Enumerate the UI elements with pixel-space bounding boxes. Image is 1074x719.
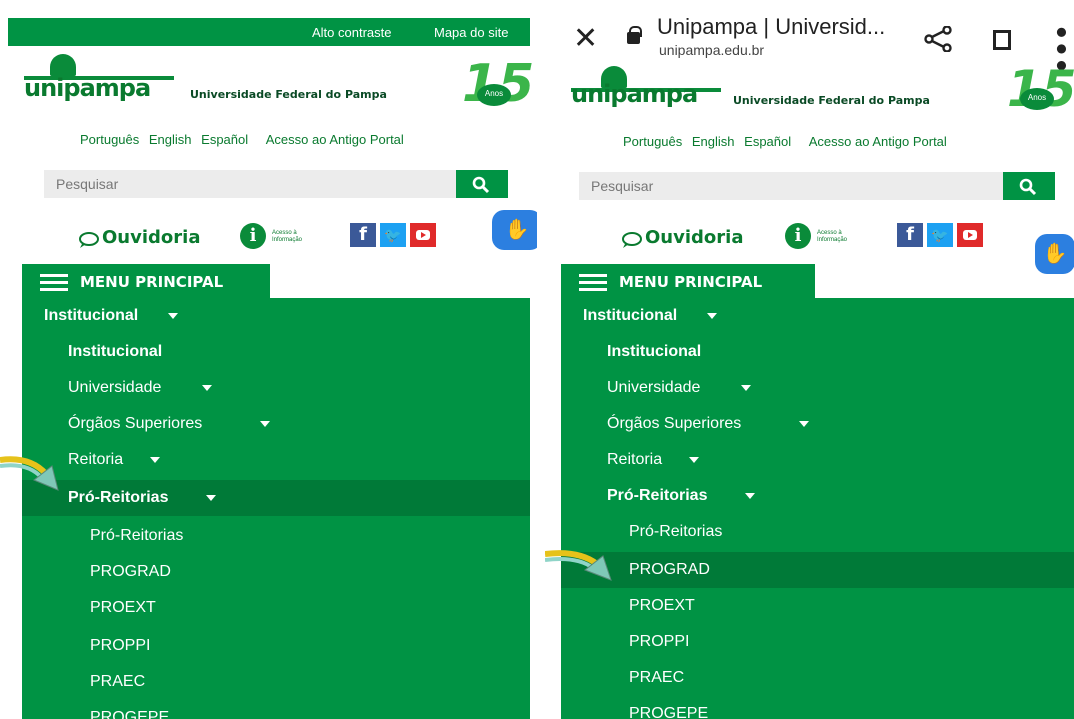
close-icon[interactable]: ✕ [573,24,598,54]
search-icon [472,176,490,194]
search-button[interactable] [1003,172,1055,200]
pointer-arrow-icon [545,550,612,581]
page-title[interactable]: Unipampa | Universid... [657,14,885,40]
logo-dome-icon [50,54,76,76]
menu-item-proppi[interactable]: PROPPI [22,628,530,664]
search-icon [1019,178,1037,196]
menu-title: MENU PRINCIPAL [80,273,224,291]
menu-item-reitoria[interactable]: Reitoria [561,442,1074,478]
logo-wordmark: unipampa [571,80,698,108]
menu-item-pro-reitorias-sub[interactable]: Pró-Reitorias [22,518,530,554]
twitter-icon[interactable]: 🐦 [380,223,406,247]
lang-spanish[interactable]: Español [744,134,791,149]
logo-wordmark: unipampa [24,74,151,102]
sitemap-link[interactable]: Mapa do site [434,25,508,40]
caret-down-icon [741,384,751,391]
menu-item-orgaos-superiores[interactable]: Órgãos Superiores [22,406,530,442]
hamburger-icon [579,274,607,291]
info-icon[interactable]: i [240,223,266,249]
info-icon[interactable]: i [785,223,811,249]
info-access-label: Acesso à Informação [817,230,848,243]
sign-language-icon[interactable]: ✋ [492,210,537,250]
browser-toolbar: ✕ Unipampa | Universid... unipampa.edu.b… [545,0,1074,74]
menu-item-progepe[interactable]: PROGEPE [561,696,1074,719]
hamburger-icon [40,274,68,291]
left-screenshot: Alto contraste Mapa do site unipampa Uni… [0,0,537,719]
lang-english[interactable]: English [692,134,735,149]
youtube-icon[interactable] [410,223,436,247]
caret-down-icon [206,494,216,501]
caret-down-icon [202,384,212,391]
caret-down-icon [707,312,717,319]
lang-english[interactable]: English [149,132,192,147]
menu-item-universidade[interactable]: Universidade [561,370,1074,406]
sign-language-icon[interactable]: ✋ [1035,234,1074,274]
ouvidoria-label: Ouvidoria [645,227,744,248]
search-placeholder: Pesquisar [591,178,654,194]
menu-item-universidade[interactable]: Universidade [22,370,530,406]
search-placeholder: Pesquisar [56,176,119,192]
language-links: Português English Español Acesso ao Anti… [623,134,953,149]
caret-down-icon [689,456,699,463]
old-portal-link[interactable]: Acesso ao Antigo Portal [809,134,947,149]
accessibility-bar: Alto contraste Mapa do site [8,18,530,46]
language-links: Português English Español Acesso ao Anti… [80,132,410,147]
main-menu: Institucional Institucional Universidade… [561,298,1074,719]
lock-icon [627,26,642,44]
menu-item-pro-reitorias-sub[interactable]: Pró-Reitorias [561,514,1074,550]
pointer-arrow-icon [0,456,59,491]
caret-down-icon [799,420,809,427]
twitter-icon[interactable]: 🐦 [927,223,953,247]
menu-item-prograd[interactable]: PROGRAD [22,554,530,590]
menu-item-institucional-sub[interactable]: Institucional [561,334,1074,370]
menu-item-pro-reitorias[interactable]: Pró-Reitorias [561,478,1074,514]
menu-item-prograd[interactable]: PROGRAD [561,552,1074,588]
anniversary-badge: Anos [477,84,511,106]
caret-down-icon [168,312,178,319]
menu-principal-toggle[interactable]: MENU PRINCIPAL [22,264,270,298]
right-screenshot: ✕ Unipampa | Universid... unipampa.edu.b… [537,0,1074,719]
menu-principal-toggle[interactable]: MENU PRINCIPAL [561,264,815,298]
menu-item-reitoria[interactable]: Reitoria [22,442,530,478]
old-portal-link[interactable]: Acesso ao Antigo Portal [266,132,404,147]
info-access-label: Acesso à Informação [272,230,303,243]
menu-item-praec[interactable]: PRAEC [22,664,530,700]
menu-title: MENU PRINCIPAL [619,273,763,291]
bookmark-icon[interactable] [993,30,1011,50]
menu-item-proppi[interactable]: PROPPI [561,624,1074,660]
caret-down-icon [150,456,160,463]
menu-item-proext[interactable]: PROEXT [22,590,530,626]
lang-portuguese[interactable]: Português [80,132,139,147]
logo-subtitle: Universidade Federal do Pampa [190,88,387,101]
chat-bubble-icon [622,232,642,248]
menu-item-institucional[interactable]: Institucional [561,298,1074,334]
menu-item-pro-reitorias[interactable]: Pró-Reitorias [22,480,530,516]
main-menu: Institucional Institucional Universidade… [22,298,530,719]
menu-item-proext[interactable]: PROEXT [561,588,1074,624]
facebook-icon[interactable]: f [897,223,923,247]
anniversary-badge: Anos [1020,88,1054,110]
menu-item-progepe[interactable]: PROGEPE [22,700,530,719]
menu-item-institucional-sub[interactable]: Institucional [22,334,530,370]
caret-down-icon [745,492,755,499]
menu-item-institucional[interactable]: Institucional [22,298,530,334]
search-input[interactable]: Pesquisar [44,170,456,198]
lang-spanish[interactable]: Español [201,132,248,147]
search-input[interactable]: Pesquisar [579,172,1003,200]
ouvidoria-label: Ouvidoria [102,227,201,248]
chat-bubble-icon [79,232,99,248]
facebook-icon[interactable]: f [350,223,376,247]
share-icon[interactable] [923,26,953,52]
youtube-icon[interactable] [957,223,983,247]
menu-item-praec[interactable]: PRAEC [561,660,1074,696]
high-contrast-link[interactable]: Alto contraste [312,25,392,40]
caret-down-icon [260,420,270,427]
menu-item-orgaos-superiores[interactable]: Órgãos Superiores [561,406,1074,442]
search-button[interactable] [456,170,508,198]
lang-portuguese[interactable]: Português [623,134,682,149]
logo-subtitle: Universidade Federal do Pampa [733,94,930,107]
page-url[interactable]: unipampa.edu.br [659,42,764,58]
